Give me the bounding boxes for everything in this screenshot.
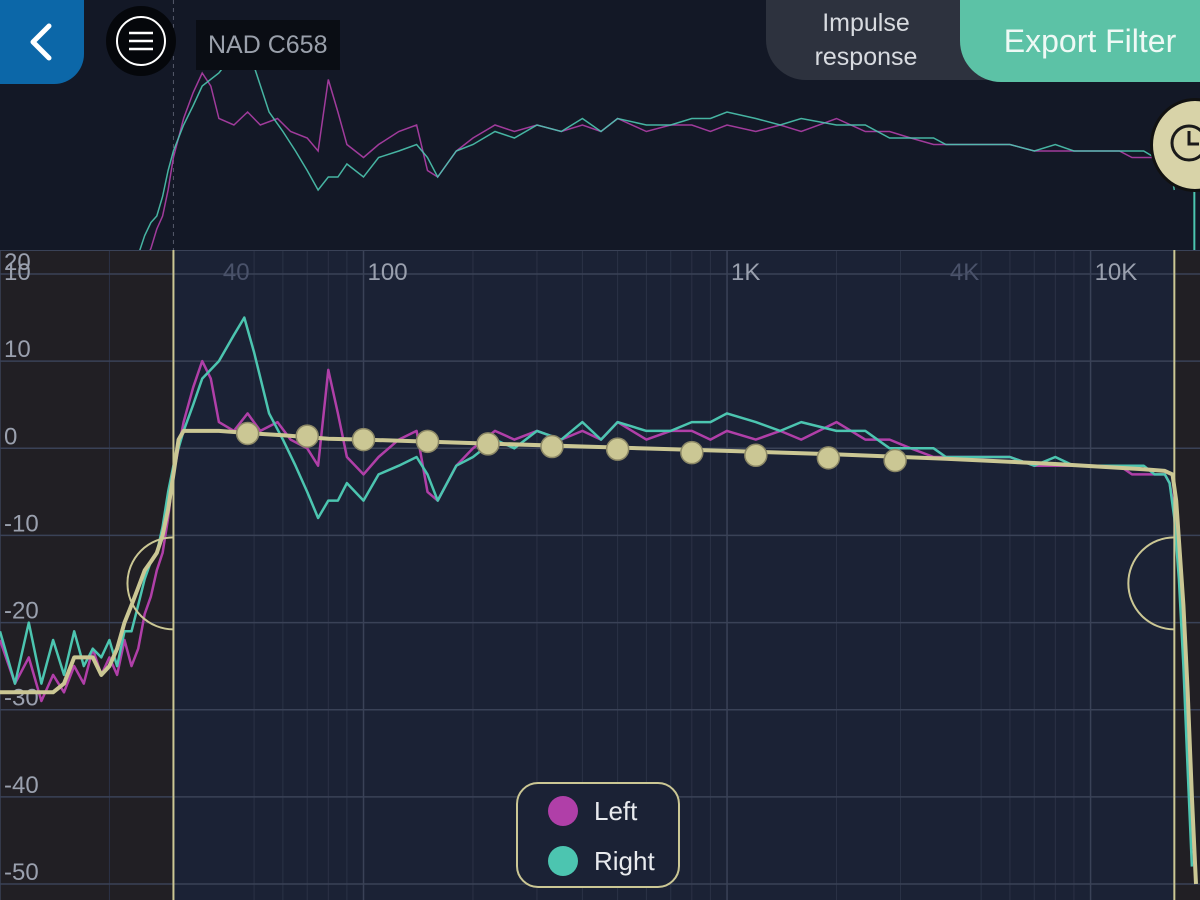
eq-control-point[interactable]	[680, 440, 704, 465]
impulse-label-line1: Impulse	[822, 9, 910, 37]
eq-control-point[interactable]	[415, 429, 440, 454]
eq-control-point[interactable]	[351, 427, 376, 452]
impulse-label-line2: response	[814, 43, 918, 71]
eq-control-point[interactable]	[605, 437, 630, 461]
y-tick-label: -10	[4, 510, 39, 537]
legend-item-left[interactable]: Left	[548, 794, 637, 828]
chevron-left-icon	[30, 23, 52, 61]
legend-dot-right	[548, 846, 578, 876]
high-cut-handle[interactable]	[1127, 536, 1175, 631]
x-tick-label: 10K	[1095, 259, 1138, 286]
x-tick-label: 1K	[731, 259, 760, 286]
x-tick-label: 40	[223, 259, 250, 286]
legend-label-right: Right	[594, 845, 655, 876]
back-button[interactable]	[0, 0, 84, 84]
y-tick-label: -40	[4, 772, 39, 799]
eq-control-point[interactable]	[883, 448, 907, 473]
x-tick-label: 100	[368, 259, 408, 286]
eq-control-point[interactable]	[476, 432, 500, 456]
eq-control-point[interactable]	[295, 424, 319, 448]
eq-control-point[interactable]	[540, 434, 564, 459]
y-tick-label: -50	[4, 859, 39, 886]
legend-item-right[interactable]: Right	[548, 844, 655, 878]
eq-control-point[interactable]	[235, 421, 260, 446]
device-name-label: NAD C658	[196, 20, 340, 70]
y-tick-label: -30	[4, 685, 39, 712]
eq-control-point[interactable]	[744, 443, 768, 468]
y-tick-label: 10	[4, 336, 31, 363]
eq-control-point[interactable]	[816, 446, 841, 470]
menu-button[interactable]	[106, 6, 176, 76]
y-tick-label: -20	[4, 598, 39, 625]
hamburger-menu-icon	[116, 16, 166, 66]
export-filter-button[interactable]: Export Filter	[960, 0, 1200, 82]
clock-icon	[1170, 124, 1200, 162]
y-tick-label: 20	[4, 250, 31, 276]
legend-label-left: Left	[594, 795, 638, 826]
legend-dot-left	[548, 796, 578, 826]
y-tick-label: 0	[4, 423, 17, 450]
x-tick-label: 4K	[950, 259, 979, 286]
legend: Left Right	[516, 782, 680, 888]
preview-left-line	[149, 71, 1176, 250]
